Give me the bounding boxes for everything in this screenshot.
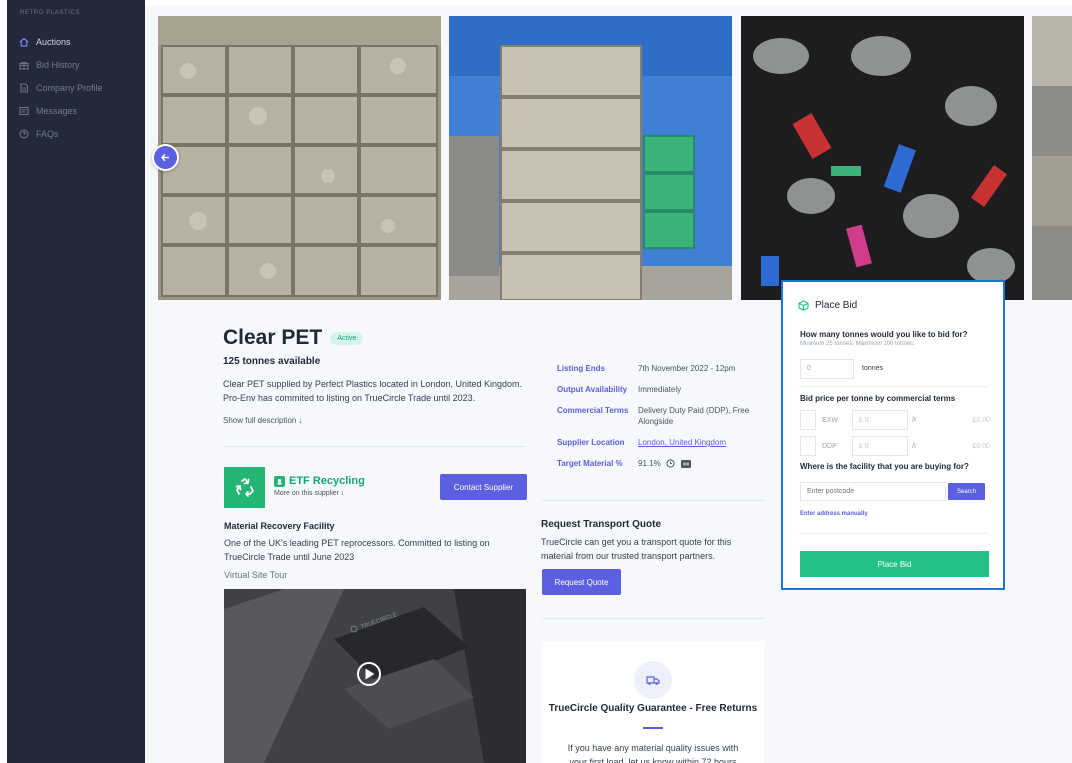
detail-target-material: Target Material % 91.1%	[557, 458, 763, 469]
postcode-search-button[interactable]: Search	[948, 483, 985, 500]
facility-question: Where is the facility that you are buyin…	[800, 462, 969, 471]
term-total: £0.00	[972, 443, 990, 450]
divider	[798, 386, 988, 387]
transport-description: TrueCircle can get you a transport quote…	[541, 537, 732, 561]
sidebar-item-label: Company Profile	[36, 82, 103, 93]
show-description-link[interactable]: Show full description ↓	[223, 416, 303, 425]
gallery-prev-button[interactable]	[152, 144, 179, 171]
sidebar-item-auctions[interactable]: Auctions	[7, 30, 145, 53]
listing-details: Listing Ends 7th November 2022 - 12pm Ou…	[557, 363, 763, 479]
listing-description: Clear PET supplied by Perfect Plastics l…	[223, 379, 522, 403]
supplier-location-link[interactable]: London, United Kingdom	[638, 437, 763, 448]
top-bar	[145, 0, 1072, 6]
gallery-photo-4[interactable]	[1032, 16, 1072, 300]
arrow-left-icon	[161, 153, 169, 162]
term-name: EXW	[822, 417, 838, 424]
window-edge	[0, 0, 7, 763]
document-icon	[18, 82, 30, 94]
sidebar-item-messages[interactable]: Messages	[7, 99, 145, 122]
gallery-photo-3[interactable]	[741, 16, 1024, 300]
tonnes-hint: Minimum 25 tonnes. Maximum 100 tonnes.	[800, 341, 915, 347]
exw-checkbox[interactable]	[800, 410, 816, 430]
virtual-tour-label: Virtual Site Tour	[224, 570, 288, 580]
verified-icon	[274, 475, 285, 487]
transport-title: Request Transport Quote	[541, 519, 662, 530]
truck-icon	[634, 661, 672, 699]
recycle-icon	[235, 477, 254, 497]
guarantee-accent-bar	[643, 727, 663, 729]
detail-commercial-terms: Commercial Terms Delivery Duty Paid (DDP…	[557, 406, 750, 426]
messages-icon	[18, 105, 30, 117]
term-unit: /t	[912, 443, 916, 450]
ddp-price-input[interactable]: £ 0	[852, 436, 908, 456]
term-name: DDP	[822, 443, 837, 450]
term-unit: /t	[912, 417, 916, 424]
term-row-exw: EXW £ 0 /t £0.00	[800, 410, 990, 432]
question-icon	[18, 128, 30, 140]
info-clock-icon[interactable]	[666, 459, 676, 468]
main-content: Clear PET Active 125 tonnes available Cl…	[145, 0, 1072, 763]
term-row-ddp: DDP £ 0 /t £0.00	[800, 436, 990, 458]
quality-guarantee-card: TrueCircle Quality Guarantee - Free Retu…	[542, 641, 764, 763]
enter-address-manually-link[interactable]: Enter address manually	[800, 511, 868, 517]
facility-description: One of the UK's leading PET reprocessors…	[224, 538, 490, 562]
postcode-input[interactable]: Enter postcode	[800, 482, 946, 501]
sidebar: RETRO PLASTICS Auctions Bid History Comp…	[7, 0, 145, 763]
brand-name: RETRO PLASTICS	[20, 10, 81, 16]
exw-price-input[interactable]: £ 0	[852, 410, 908, 430]
tonnes-question: How many tonnes would you like to bid fo…	[800, 330, 968, 339]
gallery-photo-1[interactable]	[158, 16, 441, 300]
bid-panel-header: Place Bid	[798, 300, 857, 311]
facility-title: Material Recovery Facility	[224, 521, 335, 531]
place-bid-panel: Place Bid How many tonnes would you like…	[781, 280, 1005, 590]
divider	[223, 446, 526, 447]
divider	[798, 533, 988, 534]
guarantee-title: TrueCircle Quality Guarantee - Free Retu…	[548, 703, 758, 714]
sidebar-item-bid-history[interactable]: Bid History	[7, 53, 145, 76]
detail-listing-ends: Listing Ends 7th November 2022 - 12pm	[557, 364, 736, 373]
divider	[542, 618, 764, 619]
sidebar-item-label: Bid History	[36, 59, 80, 70]
detail-output-availability: Output Availability Immediately	[557, 385, 682, 394]
ai-badge-icon[interactable]	[681, 459, 692, 468]
cube-icon	[798, 300, 809, 311]
sidebar-item-label: FAQs	[36, 128, 59, 139]
gift-icon	[18, 59, 30, 71]
page-title: Clear PET	[223, 326, 323, 349]
supplier-name[interactable]: ETF Recycling	[274, 475, 365, 487]
tonnes-unit: tonnes	[862, 365, 884, 372]
sidebar-item-label: Messages	[36, 105, 78, 116]
ddp-checkbox[interactable]	[800, 436, 816, 456]
status-badge: Active	[330, 331, 364, 345]
term-total: £0.00	[972, 417, 990, 424]
contact-supplier-button[interactable]: Contact Supplier	[440, 474, 527, 500]
availability: 125 tonnes available	[223, 356, 321, 367]
listing-header: Clear PET Active	[223, 326, 364, 350]
home-icon	[18, 36, 30, 48]
tonnes-input[interactable]: 0	[800, 359, 854, 379]
place-bid-button[interactable]: Place Bid	[800, 551, 989, 577]
sidebar-item-label: Auctions	[36, 36, 71, 47]
request-quote-button[interactable]: Request Quote	[542, 569, 621, 595]
price-question: Bid price per tonne by commercial terms	[800, 394, 956, 403]
gallery-photo-2[interactable]	[449, 16, 732, 300]
detail-supplier-location: Supplier Location London, United Kingdom	[557, 437, 763, 448]
guarantee-text: If you have any material quality issues …	[567, 743, 739, 763]
divider	[542, 500, 764, 501]
sidebar-item-faqs[interactable]: FAQs	[7, 122, 145, 145]
sidebar-item-company-profile[interactable]: Company Profile	[7, 76, 145, 99]
supplier-logo	[224, 467, 265, 508]
virtual-tour-video[interactable]: TRUECIRCLE	[224, 589, 526, 763]
supplier-more-link[interactable]: More on this supplier ↓	[274, 490, 344, 497]
